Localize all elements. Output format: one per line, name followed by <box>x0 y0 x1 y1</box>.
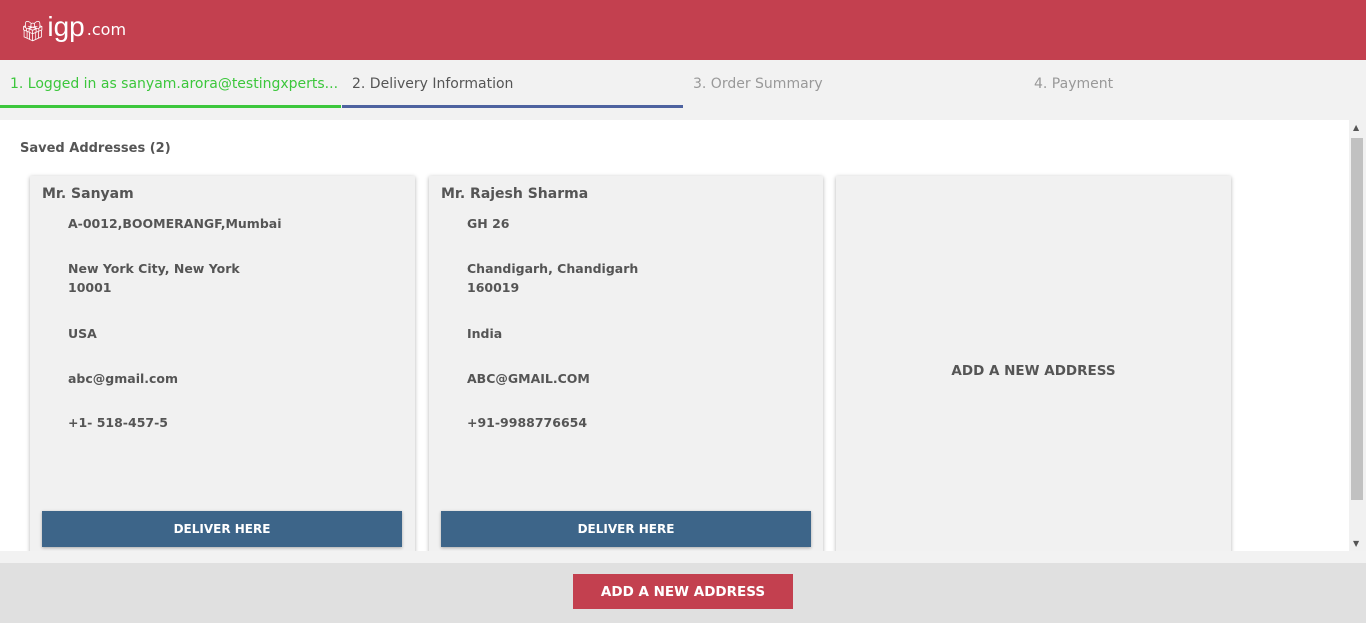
address-email: abc@gmail.com <box>68 371 179 386</box>
saved-addresses-title: Saved Addresses (2) <box>20 141 171 156</box>
logo-brand: igp <box>47 11 85 42</box>
add-new-address-card[interactable]: ADD A NEW ADDRESS <box>836 176 1231 551</box>
deliver-here-button[interactable]: DELIVER HERE <box>42 511 402 547</box>
address-country: USA <box>68 326 97 341</box>
address-email: ABC@GMAIL.COM <box>467 371 590 386</box>
step-delivery[interactable]: 2. Delivery Information <box>342 60 683 108</box>
address-zip: 10001 <box>68 280 112 295</box>
address-phone: +1- 518-457-5 <box>68 415 168 430</box>
address-card[interactable]: Mr. Rajesh Sharma GH 26 Chandigarh, Chan… <box>429 176 823 551</box>
step-login[interactable]: 1. Logged in as sanyam.arora@testingxper… <box>0 60 341 108</box>
address-card[interactable]: Mr. Sanyam A-0012,BOOMERANGF,Mumbai New … <box>30 176 415 551</box>
logo-domain: .com <box>86 20 127 39</box>
footer-bar: ADD A NEW ADDRESS <box>0 563 1366 623</box>
address-country: India <box>467 326 503 341</box>
address-zip: 160019 <box>467 280 520 295</box>
address-city: Chandigarh, Chandigarh <box>467 261 639 276</box>
checkout-steps: 1. Logged in as sanyam.arora@testingxper… <box>0 60 1366 108</box>
addresses-panel: Saved Addresses (2) Mr. Sanyam A-0012,BO… <box>0 120 1349 551</box>
address-name: Mr. Sanyam <box>42 186 134 202</box>
scrollbar[interactable]: ▲ ▼ <box>1349 120 1366 551</box>
gift-icon: 🎁︎ <box>20 19 46 43</box>
address-line: GH 26 <box>467 216 510 231</box>
step-order-summary: 3. Order Summary <box>693 76 823 92</box>
add-new-address-button[interactable]: ADD A NEW ADDRESS <box>573 574 793 609</box>
address-city: New York City, New York <box>68 261 240 276</box>
scrollbar-thumb[interactable] <box>1351 138 1363 500</box>
step-payment: 4. Payment <box>1034 76 1114 92</box>
igp-logo[interactable]: 🎁︎ igp .com <box>20 11 127 43</box>
top-header: 🎁︎ igp .com <box>0 0 1366 60</box>
address-phone: +91-9988776654 <box>467 415 588 430</box>
address-line: A-0012,BOOMERANGF,Mumbai <box>68 216 282 231</box>
address-name: Mr. Rajesh Sharma <box>441 186 589 202</box>
deliver-here-button[interactable]: DELIVER HERE <box>441 511 811 547</box>
scroll-up-icon[interactable]: ▲ <box>1353 123 1359 132</box>
scroll-down-icon[interactable]: ▼ <box>1353 539 1359 548</box>
